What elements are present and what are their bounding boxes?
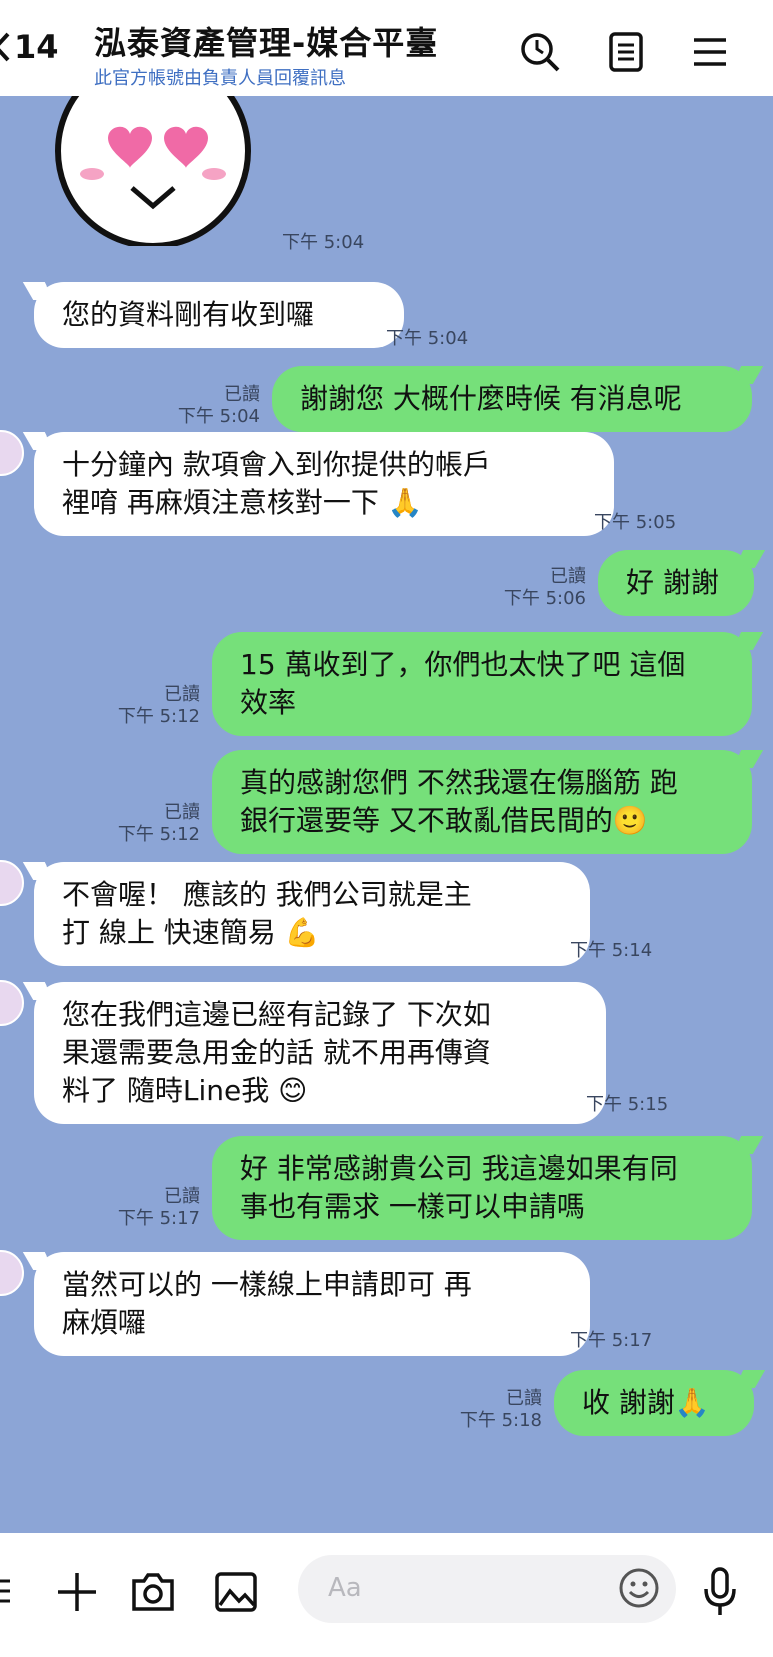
message-line: 裡唷 再麻煩注意核對一下 🙏 xyxy=(62,486,423,519)
message-line: 料了 隨時Line我 😊 xyxy=(62,1074,308,1107)
message-time: 下午 5:12 xyxy=(117,706,200,727)
emoji-icon[interactable] xyxy=(618,1567,660,1609)
message-line: 不會喔！ 應該的 我們公司就是主 xyxy=(62,878,472,911)
read-receipt: 已讀 xyxy=(506,1388,542,1409)
avatar[interactable] xyxy=(0,860,24,906)
input-placeholder: Aa xyxy=(328,1573,362,1603)
sticker-heart-eyes[interactable] xyxy=(48,96,258,246)
message-line: 好 非常感謝貴公司 我這邊如果有同 xyxy=(240,1152,678,1185)
message-line: 麻煩囉 xyxy=(62,1306,147,1339)
chat-header: 14 泓泰資產管理-媒合平臺 此官方帳號由負責人員回覆訊息 xyxy=(0,0,773,96)
plus-icon[interactable] xyxy=(56,1571,98,1613)
outgoing-message[interactable]: 好 謝謝 xyxy=(598,550,754,616)
message-time: 下午 5:12 xyxy=(117,824,200,845)
message-line: 當然可以的 一樣線上申請即可 再 xyxy=(62,1268,472,1301)
message-meta: 已讀 下午 5:18 xyxy=(446,1388,542,1432)
outgoing-message[interactable]: 收 謝謝🙏 xyxy=(554,1370,754,1436)
input-toolbar: Aa xyxy=(0,1533,773,1657)
message-line: 十分鐘內 款項會入到你提供的帳戶 xyxy=(62,448,491,481)
chat-subtitle: 此官方帳號由負責人員回覆訊息 xyxy=(94,68,346,89)
message-time: 下午 5:15 xyxy=(586,1094,669,1115)
avatar[interactable] xyxy=(0,430,24,476)
incoming-message[interactable]: 十分鐘內 款項會入到你提供的帳戶 裡唷 再麻煩注意核對一下 🙏 xyxy=(34,432,614,536)
message-line: 打 線上 快速簡易 💪 xyxy=(62,916,320,949)
message-time: 下午 5:18 xyxy=(459,1410,542,1431)
incoming-message[interactable]: 當然可以的 一樣線上申請即可 再 麻煩囉 xyxy=(34,1252,590,1356)
message-line: 15 萬收到了，你們也太快了吧 這個 xyxy=(240,648,686,681)
message-time: 下午 5:14 xyxy=(570,940,653,961)
avatar[interactable] xyxy=(0,1250,24,1296)
outgoing-message[interactable]: 15 萬收到了，你們也太快了吧 這個 效率 xyxy=(212,632,752,736)
search-icon[interactable] xyxy=(518,30,562,74)
incoming-message[interactable]: 不會喔！ 應該的 我們公司就是主 打 線上 快速簡易 💪 xyxy=(34,862,590,966)
message-time: 下午 5:04 xyxy=(282,232,365,253)
message-time: 下午 5:17 xyxy=(570,1330,653,1351)
message-line: 您在我們這邊已經有記錄了 下次如 xyxy=(62,998,491,1031)
read-receipt: 已讀 xyxy=(164,684,200,705)
menu-icon[interactable] xyxy=(0,1575,22,1607)
read-receipt: 已讀 xyxy=(224,384,260,405)
message-time: 下午 5:04 xyxy=(386,328,469,349)
image-icon[interactable] xyxy=(214,1571,258,1613)
incoming-message[interactable]: 您的資料剛有收到囉 xyxy=(34,282,404,348)
outgoing-message[interactable]: 謝謝您 大概什麼時候 有消息呢 xyxy=(272,366,752,432)
message-line: 效率 xyxy=(240,686,297,719)
message-meta: 已讀 下午 5:12 xyxy=(108,684,200,728)
back-button[interactable]: 14 xyxy=(0,28,59,66)
outgoing-message[interactable]: 好 非常感謝貴公司 我這邊如果有同 事也有需求 一樣可以申請嗎 xyxy=(212,1136,752,1240)
avatar[interactable] xyxy=(0,980,24,1026)
microphone-icon[interactable] xyxy=(702,1567,738,1617)
chat-title: 泓泰資產管理-媒合平臺 xyxy=(94,24,439,62)
read-receipt: 已讀 xyxy=(550,566,586,587)
message-input[interactable]: Aa xyxy=(298,1555,676,1623)
camera-icon[interactable] xyxy=(130,1571,176,1613)
message-meta: 已讀 下午 5:12 xyxy=(108,802,200,846)
unread-count: 14 xyxy=(14,28,59,66)
message-meta: 已讀 下午 5:17 xyxy=(108,1186,200,1230)
message-line: 好 謝謝 xyxy=(626,566,719,599)
message-line: 銀行還要等 又不敢亂借民間的🙂 xyxy=(240,804,648,837)
message-line: 收 謝謝🙏 xyxy=(582,1386,710,1419)
message-time: 下午 5:04 xyxy=(177,406,260,427)
read-receipt: 已讀 xyxy=(164,802,200,823)
message-line: 果還需要急用金的話 就不用再傳資 xyxy=(62,1036,491,1069)
outgoing-message[interactable]: 真的感謝您們 不然我還在傷腦筋 跑 銀行還要等 又不敢亂借民間的🙂 xyxy=(212,750,752,854)
message-time: 下午 5:05 xyxy=(594,512,677,533)
notes-icon[interactable] xyxy=(604,30,648,74)
message-meta: 已讀 下午 5:04 xyxy=(168,384,260,428)
message-line: 您的資料剛有收到囉 xyxy=(62,298,315,331)
message-meta: 已讀 下午 5:06 xyxy=(490,566,586,610)
message-line: 真的感謝您們 不然我還在傷腦筋 跑 xyxy=(240,766,678,799)
read-receipt: 已讀 xyxy=(164,1186,200,1207)
menu-icon[interactable] xyxy=(688,30,732,74)
message-time: 下午 5:17 xyxy=(117,1208,200,1229)
message-line: 事也有需求 一樣可以申請嗎 xyxy=(240,1190,585,1223)
message-line: 謝謝您 大概什麼時候 有消息呢 xyxy=(300,382,682,415)
chat-area[interactable]: 下午 5:04 您的資料剛有收到囉 下午 5:04 已讀 下午 5:04 謝謝您… xyxy=(0,96,773,1533)
chevron-left-icon xyxy=(0,32,10,62)
message-time: 下午 5:06 xyxy=(503,588,586,609)
incoming-message[interactable]: 您在我們這邊已經有記錄了 下次如 果還需要急用金的話 就不用再傳資 料了 隨時L… xyxy=(34,982,606,1124)
